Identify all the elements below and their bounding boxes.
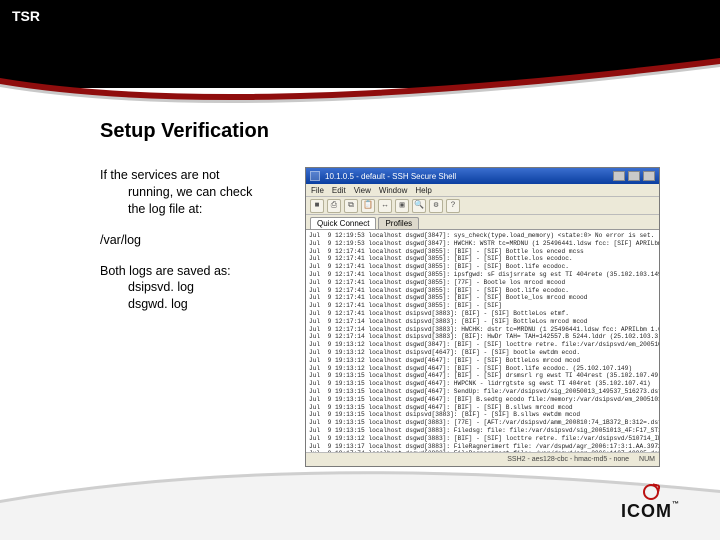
app-icon [310, 171, 320, 181]
p1-c1: running, we can check [100, 184, 293, 201]
p1-c2: the log file at: [100, 201, 293, 218]
terminal-line: Jul 9 19:13:15 localhost dsgwd[4647]: [B… [309, 404, 656, 412]
tool-settings-icon[interactable]: ⚙ [429, 199, 443, 213]
terminal-line: Jul 9 12:17:41 localhost dsgwd[3855]: [B… [309, 263, 656, 271]
log-path: /var/log [100, 232, 293, 249]
terminal-line: Jul 9 19:13:12 localhost dsgwd[4647]: [B… [309, 357, 656, 365]
terminal-tabs: Quick Connect Profiles [306, 215, 659, 230]
tool-folder-icon[interactable]: ▣ [395, 199, 409, 213]
terminal-line: Jul 9 12:17:41 localhost dsgwd[3855]: [B… [309, 302, 656, 310]
terminal-menubar: File Edit View Window Help [306, 184, 659, 197]
menu-file[interactable]: File [311, 186, 324, 195]
terminal-titlebar: 10.1.0.5 - default - SSH Secure Shell [306, 168, 659, 184]
body-text: If the services are not running, we can … [100, 167, 293, 467]
terminal-line: Jul 9 19:13:12 localhost dsipsvd[4647]: … [309, 349, 656, 357]
terminal-line: Jul 9 12:17:41 localhost dsgwd[3855]: [B… [309, 287, 656, 295]
tool-connect-icon[interactable]: ↔ [378, 199, 392, 213]
log1: dsipsvd. log [100, 279, 293, 296]
terminal-line: Jul 9 12:17:14 localhost dsipsvd[3883]: … [309, 326, 656, 334]
slide-title: Setup Verification [100, 120, 660, 143]
terminal-line: Jul 9 12:17:41 localhost dsipsvd[3883]: … [309, 310, 656, 318]
tsr-badge: TSR [12, 8, 40, 24]
tool-paste-icon[interactable]: 📋 [361, 199, 375, 213]
minimize-button[interactable] [613, 171, 625, 181]
terminal-line: Jul 9 19:13:15 localhost dsgwd[4647]: [B… [309, 372, 656, 380]
terminal-line: Jul 9 19:13:12 localhost dsgwd[4647]: [B… [309, 365, 656, 373]
p1-lead: If the services are not [100, 168, 220, 182]
tool-find-icon[interactable]: 🔍 [412, 199, 426, 213]
terminal-line: Jul 9 19:13:12 localhost dsgwd[3847]: [B… [309, 341, 656, 349]
tool-copy-icon[interactable]: ⧉ [344, 199, 358, 213]
terminal-line: Jul 9 19:13:15 localhost dsgwd[3883]: Fi… [309, 427, 656, 435]
header-band [0, 0, 720, 88]
terminal-line: Jul 9 12:17:41 localhost dsgwd[3855]: [B… [309, 255, 656, 263]
tab-profiles[interactable]: Profiles [378, 217, 419, 229]
terminal-line: Jul 9 19:13:15 localhost dsgwd[4647]: Se… [309, 388, 656, 396]
terminal-line: Jul 9 19:13:15 localhost dsgwd[4647]: [B… [309, 396, 656, 404]
brand-mark-icon [643, 484, 659, 500]
close-button[interactable] [643, 171, 655, 181]
log2: dsgwd. log [100, 296, 293, 313]
maximize-button[interactable] [628, 171, 640, 181]
brand-name: ICOM™ [621, 501, 680, 522]
terminal-line: Jul 9 12:17:14 localhost dsipsvd[3883]: … [309, 318, 656, 326]
terminal-line: Jul 9 19:13:15 localhost dsipsvd[3883]: … [309, 411, 656, 419]
terminal-line: Jul 9 12:17:14 localhost dsipsvd[3883]: … [309, 333, 656, 341]
terminal-screenshot: 10.1.0.5 - default - SSH Secure Shell Fi… [305, 167, 660, 467]
brand-logo: ICOM™ [621, 484, 680, 522]
terminal-toolbar: ■ ⎙ ⧉ 📋 ↔ ▣ 🔍 ⚙ ? [306, 197, 659, 215]
terminal-line: Jul 9 19:13:17 localhost dsgwd[3883]: Fi… [309, 443, 656, 451]
terminal-statusbar: SSH2 - aes128-cbc - hmac-md5 - none NUM [306, 452, 659, 466]
menu-window[interactable]: Window [379, 186, 407, 195]
tab-quick-connect[interactable]: Quick Connect [310, 217, 376, 229]
terminal-line: Jul 9 19:13:12 localhost dsgwd[3883]: [B… [309, 435, 656, 443]
terminal-line: Jul 9 12:17:41 localhost dsgwd[3855]: ip… [309, 271, 656, 279]
tool-print-icon[interactable]: ⎙ [327, 199, 341, 213]
slide-content: Setup Verification If the services are n… [100, 120, 660, 467]
tool-help-icon[interactable]: ? [446, 199, 460, 213]
menu-view[interactable]: View [354, 186, 371, 195]
status-num: NUM [639, 456, 655, 463]
status-conn: SSH2 - aes128-cbc - hmac-md5 - none [507, 456, 629, 463]
terminal-line: Jul 9 12:17:41 localhost dsgwd[3855]: [B… [309, 248, 656, 256]
terminal-title: 10.1.0.5 - default - SSH Secure Shell [322, 172, 610, 181]
terminal-line: Jul 9 19:13:15 localhost dsgwd[4647]: HW… [309, 380, 656, 388]
terminal-line: Jul 9 12:17:41 localhost dsgwd[3855]: [B… [309, 294, 656, 302]
menu-edit[interactable]: Edit [332, 186, 346, 195]
terminal-output: Jul 9 12:19:53 localhost dsgwd[3847]: sy… [306, 230, 659, 452]
menu-help[interactable]: Help [415, 186, 431, 195]
terminal-line: Jul 9 12:19:53 localhost dsgwd[3847]: HW… [309, 240, 656, 248]
tool-save-icon[interactable]: ■ [310, 199, 324, 213]
terminal-line: Jul 9 12:17:41 localhost dsgwd[3855]: [7… [309, 279, 656, 287]
p2-lead: Both logs are saved as: [100, 264, 231, 278]
terminal-line: Jul 9 19:13:15 localhost dsgwd[3883]: [7… [309, 419, 656, 427]
terminal-line: Jul 9 12:19:53 localhost dsgwd[3847]: sy… [309, 232, 656, 240]
